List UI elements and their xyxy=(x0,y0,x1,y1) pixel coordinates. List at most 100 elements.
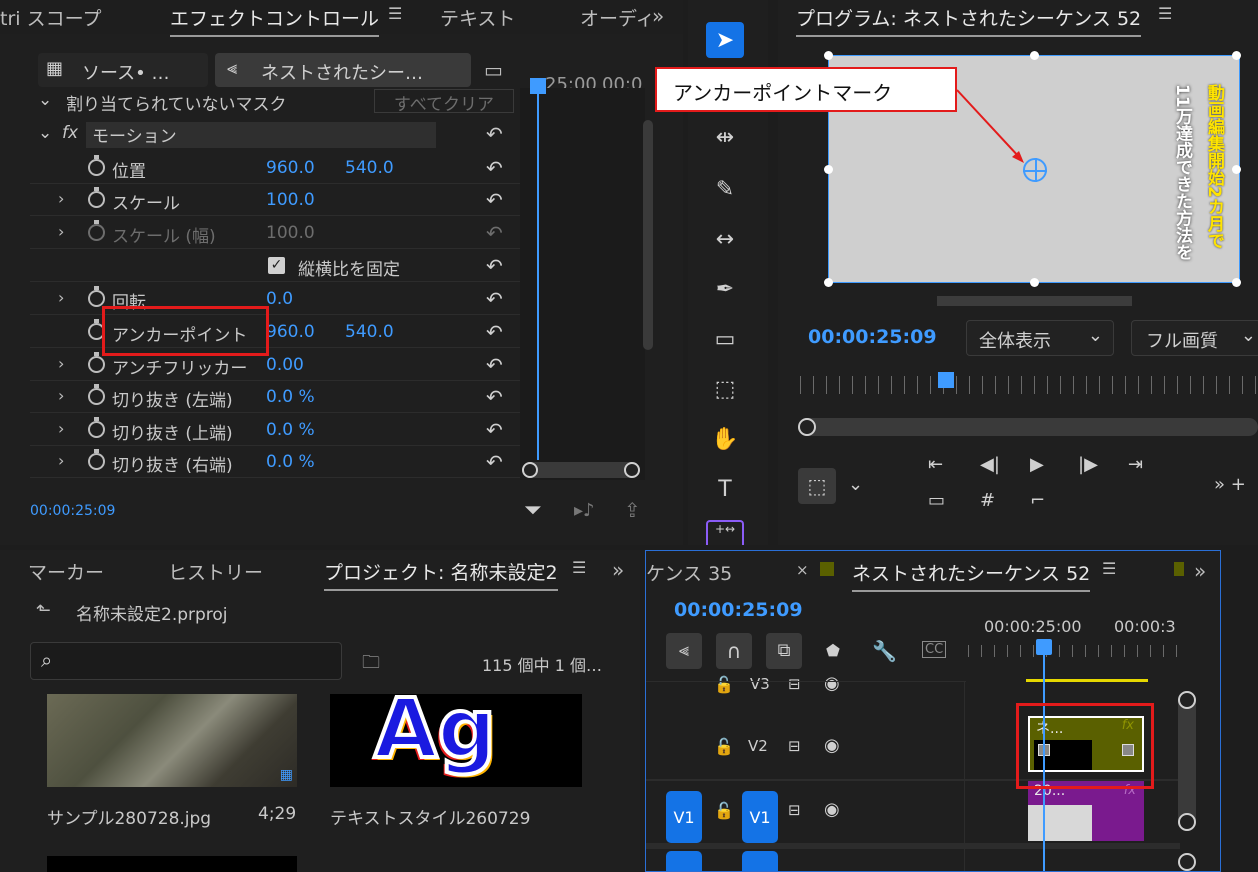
stopwatch-icon[interactable] xyxy=(88,449,105,470)
program-title[interactable]: プログラム: ネストされたシーケンス 52 xyxy=(796,4,1142,37)
monitor-scroll-bar[interactable] xyxy=(798,418,1258,436)
go-to-out-icon[interactable]: ⇥ xyxy=(1128,454,1143,475)
crop-left-value[interactable]: 0.0 % xyxy=(266,387,315,407)
playhead-marker[interactable] xyxy=(530,78,546,94)
timeline-timecode[interactable]: 00:00:25:09 xyxy=(674,599,803,621)
scroll-handle[interactable] xyxy=(1178,853,1196,871)
ripple-edit-tool[interactable]: ⇹ xyxy=(706,120,744,154)
stopwatch-icon[interactable] xyxy=(88,155,105,176)
chevron-down-icon[interactable]: ⌄ xyxy=(38,123,52,143)
chevron-right-icon[interactable]: › xyxy=(58,451,64,470)
anchor-x-value[interactable]: 960.0 xyxy=(266,322,315,342)
tab-audio[interactable]: オーディ xyxy=(580,4,655,31)
track-v1-button[interactable]: V1 xyxy=(742,791,778,843)
chevron-right-icon[interactable]: › xyxy=(58,222,64,241)
nest-toggle-button[interactable]: ⫷ xyxy=(666,633,702,669)
go-to-in-icon[interactable]: ⇤ xyxy=(928,454,943,475)
reset-icon[interactable]: ↶ xyxy=(486,188,503,212)
scroll-handle-right[interactable] xyxy=(624,462,640,478)
overflow-chevron-icon[interactable]: » xyxy=(612,558,624,582)
timeline-playhead[interactable] xyxy=(1036,639,1052,655)
razor-tool[interactable]: ✎ xyxy=(706,172,744,206)
reset-icon[interactable]: ↶ xyxy=(486,254,503,278)
timeline-vscroll[interactable] xyxy=(1178,691,1196,831)
reset-icon[interactable]: ↶ xyxy=(486,353,503,377)
tab-project[interactable]: プロジェクト: 名称未設定2 xyxy=(324,558,558,591)
step-back-icon[interactable]: ◀| xyxy=(980,454,1000,475)
checkbox-uniform-scale[interactable]: ✓ xyxy=(268,257,285,274)
keyframe-scroll-bar[interactable] xyxy=(522,462,640,478)
timeline-ruler[interactable] xyxy=(968,645,1188,657)
type-tool[interactable]: T xyxy=(706,472,744,506)
pen-tool[interactable]: ✒ xyxy=(706,272,744,306)
clear-all-button[interactable]: すべてクリア xyxy=(374,89,514,115)
panel-menu-icon[interactable]: ☰ xyxy=(572,558,586,577)
chevron-right-icon[interactable]: › xyxy=(58,386,64,405)
stopwatch-icon[interactable] xyxy=(88,417,105,438)
scroll-handle-top[interactable] xyxy=(1178,691,1196,709)
caption-tool[interactable]: +↔ xyxy=(706,520,744,545)
eye-icon[interactable]: ◉ xyxy=(824,735,840,756)
step-forward-icon[interactable]: |▶ xyxy=(1078,454,1098,475)
tab-history[interactable]: ヒストリー xyxy=(168,558,263,585)
bbox-handle-tl[interactable] xyxy=(824,51,833,60)
tab-lumetri-scopes[interactable]: tri スコープ xyxy=(0,4,101,31)
program-timecode[interactable]: 00:00:25:09 xyxy=(808,326,937,348)
zoom-select[interactable]: 全体表示 ⌄ xyxy=(966,320,1114,356)
reset-icon[interactable]: ↶ xyxy=(486,385,503,409)
stopwatch-icon[interactable] xyxy=(88,352,105,373)
captions-icon[interactable]: CC xyxy=(922,641,947,658)
bbox-handle-tr[interactable] xyxy=(1232,51,1241,60)
audio-only-icon[interactable]: ▸♪ xyxy=(574,500,595,521)
overflow-chevron-icon[interactable]: » + xyxy=(1214,474,1246,495)
sequence-chip[interactable]: ⫷ ネストされたシー… xyxy=(215,53,471,87)
reset-icon[interactable]: ↶ xyxy=(486,287,503,311)
snap-button[interactable]: ∩ xyxy=(716,633,752,669)
panel-layout-icon[interactable]: ▭ xyxy=(484,58,503,82)
stopwatch-icon[interactable] xyxy=(88,384,105,405)
scroll-handle-bottom[interactable] xyxy=(1178,813,1196,831)
lock-icon[interactable]: 🔓 xyxy=(714,737,734,756)
monitor-playhead[interactable] xyxy=(938,372,954,388)
tab-nested-sequence-52[interactable]: ネストされたシーケンス 52 xyxy=(852,559,1091,592)
position-x-value[interactable]: 960.0 xyxy=(266,158,315,178)
tab-sequence-35[interactable]: ケンス 35 xyxy=(646,559,732,586)
stopwatch-icon[interactable] xyxy=(88,220,105,241)
search-input[interactable]: ⌕ xyxy=(30,642,342,680)
panel-menu-icon[interactable]: ☰ xyxy=(1158,4,1172,23)
close-icon[interactable]: × xyxy=(796,561,809,579)
stopwatch-icon[interactable] xyxy=(88,286,105,307)
source-track-v1-button[interactable]: V1 xyxy=(666,791,702,843)
bbox-handle-mr[interactable] xyxy=(1232,165,1241,174)
rotation-value[interactable]: 0.0 xyxy=(266,289,293,309)
crop-top-value[interactable]: 0.0 % xyxy=(266,420,315,440)
eye-icon[interactable]: ◉ xyxy=(824,799,840,820)
chevron-right-icon[interactable]: › xyxy=(58,189,64,208)
bbox-handle-bm[interactable] xyxy=(1030,278,1039,287)
sync-icon[interactable]: ⊟ xyxy=(788,737,801,755)
monitor-ruler[interactable] xyxy=(800,376,1258,394)
source-track-a1-button[interactable] xyxy=(666,851,702,871)
export-frame-icon[interactable]: ⌐ xyxy=(1030,490,1045,511)
scroll-handle[interactable] xyxy=(798,418,816,436)
reset-icon[interactable]: ↶ xyxy=(486,320,503,344)
playhead-line[interactable] xyxy=(537,80,539,460)
overflow-chevron-icon[interactable]: » xyxy=(652,4,664,28)
selection-tool[interactable]: ➤ xyxy=(706,22,744,58)
eye-icon[interactable]: ◉ xyxy=(824,673,840,694)
tab-markers[interactable]: マーカー xyxy=(28,558,104,585)
filter-icon[interactable]: ⏷ xyxy=(524,498,542,523)
monitor-hscroll[interactable] xyxy=(937,296,1132,306)
bbox-handle-bl[interactable] xyxy=(824,278,833,287)
panel-menu-icon[interactable]: ☰ xyxy=(1102,559,1116,578)
scale-value[interactable]: 100.0 xyxy=(266,190,315,210)
thumbnail-black[interactable] xyxy=(47,856,297,872)
anchor-point-mark-icon[interactable] xyxy=(1023,158,1047,182)
remix-tool[interactable]: ⬚ xyxy=(706,372,744,406)
anti-flicker-value[interactable]: 0.00 xyxy=(266,355,304,375)
panel-menu-icon[interactable]: ☰ xyxy=(388,4,402,23)
scroll-handle-left[interactable] xyxy=(522,462,538,478)
bin-search-icon[interactable]: 🗀 xyxy=(362,650,380,680)
linked-selection-button[interactable]: ⧉ xyxy=(766,633,802,669)
position-y-value[interactable]: 540.0 xyxy=(345,158,394,178)
